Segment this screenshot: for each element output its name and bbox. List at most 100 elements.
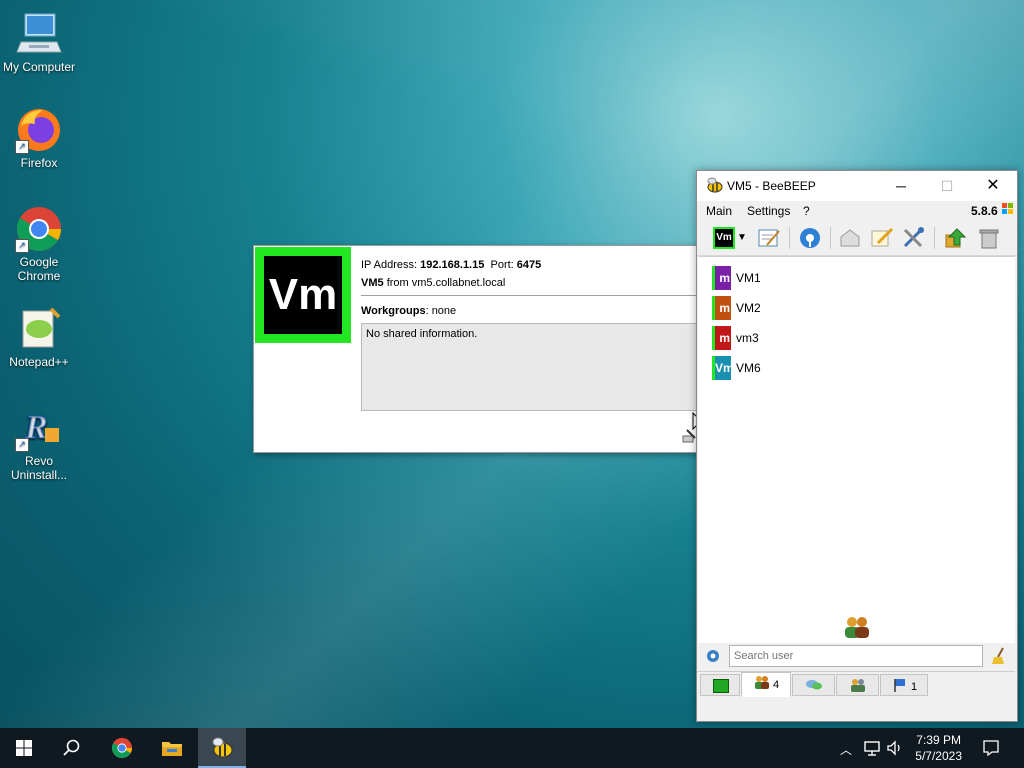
taskbar-search-button[interactable] (48, 728, 96, 768)
clear-search-broom-icon[interactable] (991, 647, 1007, 668)
shortcut-arrow-icon: ↗ (15, 239, 29, 253)
user-name: vm3 (736, 331, 759, 345)
port-label: Port: (490, 259, 514, 271)
chat-monitor-icon (713, 679, 729, 693)
ip-port-row: IP Address: 192.168.1.15 Port: 6475 (361, 256, 704, 274)
chrome-icon (111, 737, 133, 759)
tab-groups[interactable] (836, 674, 879, 696)
trash-icon[interactable] (977, 227, 1001, 249)
chat-bubbles-icon (805, 678, 823, 700)
user-name: VM2 (736, 301, 761, 315)
users-count: 4 (773, 679, 780, 691)
user-list: m VM1 m VM2 m vm3 Vm VM6 (698, 256, 1015, 644)
user-name: VM5 (361, 277, 384, 289)
search-user-input[interactable] (729, 645, 983, 667)
user-list-item[interactable]: m VM1 (698, 265, 998, 291)
my-avatar-text: Vm (715, 229, 733, 247)
minimize-button[interactable]: ─ (878, 171, 924, 201)
windows-flag-icon (1002, 203, 1014, 218)
group-icon (849, 678, 867, 700)
tab-messages[interactable] (792, 674, 835, 696)
host-text: from vm5.collabnet.local (386, 277, 506, 289)
notifications-icon[interactable] (982, 739, 1000, 757)
windows-logo-icon (16, 740, 32, 756)
network-icon[interactable] (798, 227, 822, 249)
user-name: VM6 (736, 361, 761, 375)
maximize-button[interactable]: ☐ (924, 171, 970, 201)
volume-icon[interactable] (886, 740, 904, 756)
clock-date: 5/7/2023 (915, 749, 962, 763)
share-files-icon[interactable] (943, 227, 967, 249)
desktop-icon-firefox[interactable]: ↗ Firefox (0, 106, 78, 170)
user-list-item[interactable]: m VM2 (698, 295, 998, 321)
write-note-icon[interactable] (870, 227, 894, 249)
shortcut-arrow-icon: ↗ (15, 438, 29, 452)
version-label: 5.8.6 (971, 204, 998, 218)
clock[interactable]: 7:39 PM 5/7/2023 (915, 732, 962, 764)
edit-profile-icon[interactable] (757, 227, 781, 249)
bee-icon (705, 177, 723, 193)
divider (361, 295, 704, 296)
workgroups-label: Workgroups (361, 305, 426, 317)
window-titlebar[interactable]: VM5 - BeeBEEP ─ ☐ ✕ (697, 171, 1017, 201)
avatar-text: Vm (264, 256, 342, 334)
user-avatar: m (712, 296, 731, 320)
tab-chat[interactable] (700, 674, 740, 696)
menu-settings[interactable]: Settings (747, 204, 790, 218)
user-info-panel: IP Address: 192.168.1.15 Port: 6475 VM5 … (361, 256, 704, 411)
taskbar: ︿ 7:39 PM 5/7/2023 (0, 728, 1024, 768)
menu-bar: Main Settings ? 5.8.6 (697, 201, 1017, 221)
user-avatar: Vm (712, 356, 734, 380)
desktop-icon-label: Revo Uninstall... (10, 454, 68, 482)
users-group-icon (842, 615, 872, 642)
message-envelope-icon[interactable] (838, 227, 862, 249)
shortcut-arrow-icon: ↗ (15, 140, 29, 154)
search-icon (63, 739, 80, 756)
tab-users[interactable]: 4 (741, 672, 791, 697)
my-status-avatar-button[interactable]: Vm (713, 227, 735, 249)
desktop-icon-revo[interactable]: R ↗ Revo Uninstall... (0, 404, 78, 483)
search-row (697, 643, 1015, 671)
chevron-up-icon[interactable]: ︿ (840, 741, 852, 758)
folder-icon (162, 742, 182, 756)
port-value: 6475 (516, 259, 542, 271)
desktop-icon-notepadpp[interactable]: Notepad++ (0, 305, 78, 369)
shares-count: 1 (911, 681, 918, 693)
close-button[interactable]: ✕ (970, 171, 1016, 201)
bee-icon (212, 737, 233, 758)
user-avatar: m (712, 326, 731, 350)
user-name: VM1 (736, 271, 761, 285)
ip-value: 192.168.1.15 (420, 259, 485, 271)
firefox-icon: ↗ (15, 106, 63, 154)
shared-info-box: No shared information. (361, 323, 704, 411)
user-list-item[interactable]: Vm VM6 (698, 355, 998, 381)
search-options-icon[interactable] (705, 648, 721, 667)
beebeep-window: VM5 - BeeBEEP ─ ☐ ✕ Main Settings ? 5.8.… (696, 170, 1018, 722)
taskbar-file-explorer[interactable] (148, 728, 196, 768)
user-list-item[interactable]: m vm3 (698, 325, 998, 351)
share-flag-icon (893, 678, 909, 700)
user-avatar-large: Vm (255, 247, 351, 343)
taskbar-beebeep[interactable] (198, 728, 246, 768)
network-icon[interactable] (863, 740, 881, 756)
start-button[interactable] (0, 728, 48, 768)
toolbar-separator (934, 227, 935, 249)
tab-shares[interactable]: 1 (880, 674, 928, 696)
menu-main[interactable]: Main (706, 204, 732, 218)
tools-settings-icon[interactable] (902, 227, 926, 249)
computer-icon (15, 10, 63, 58)
desktop-icon-chrome[interactable]: ↗ Google Chrome (0, 205, 78, 283)
taskbar-chrome[interactable] (98, 728, 146, 768)
window-title: VM5 - BeeBEEP (727, 179, 816, 193)
bottom-tabs: 4 1 (697, 671, 1015, 698)
users-icon (754, 675, 770, 697)
ip-label: IP Address: (361, 259, 418, 271)
user-host-row: VM5 from vm5.collabnet.local (361, 274, 704, 292)
desktop-icon-my-computer[interactable]: My Computer (0, 10, 78, 74)
menu-help[interactable]: ? (803, 204, 810, 218)
status-dropdown-icon[interactable]: ▼ (737, 227, 749, 249)
revo-uninstaller-icon: R ↗ (15, 404, 63, 452)
clock-time: 7:39 PM (916, 733, 961, 747)
toolbar-separator (789, 227, 790, 249)
desktop-icon-label: Firefox (20, 156, 58, 170)
